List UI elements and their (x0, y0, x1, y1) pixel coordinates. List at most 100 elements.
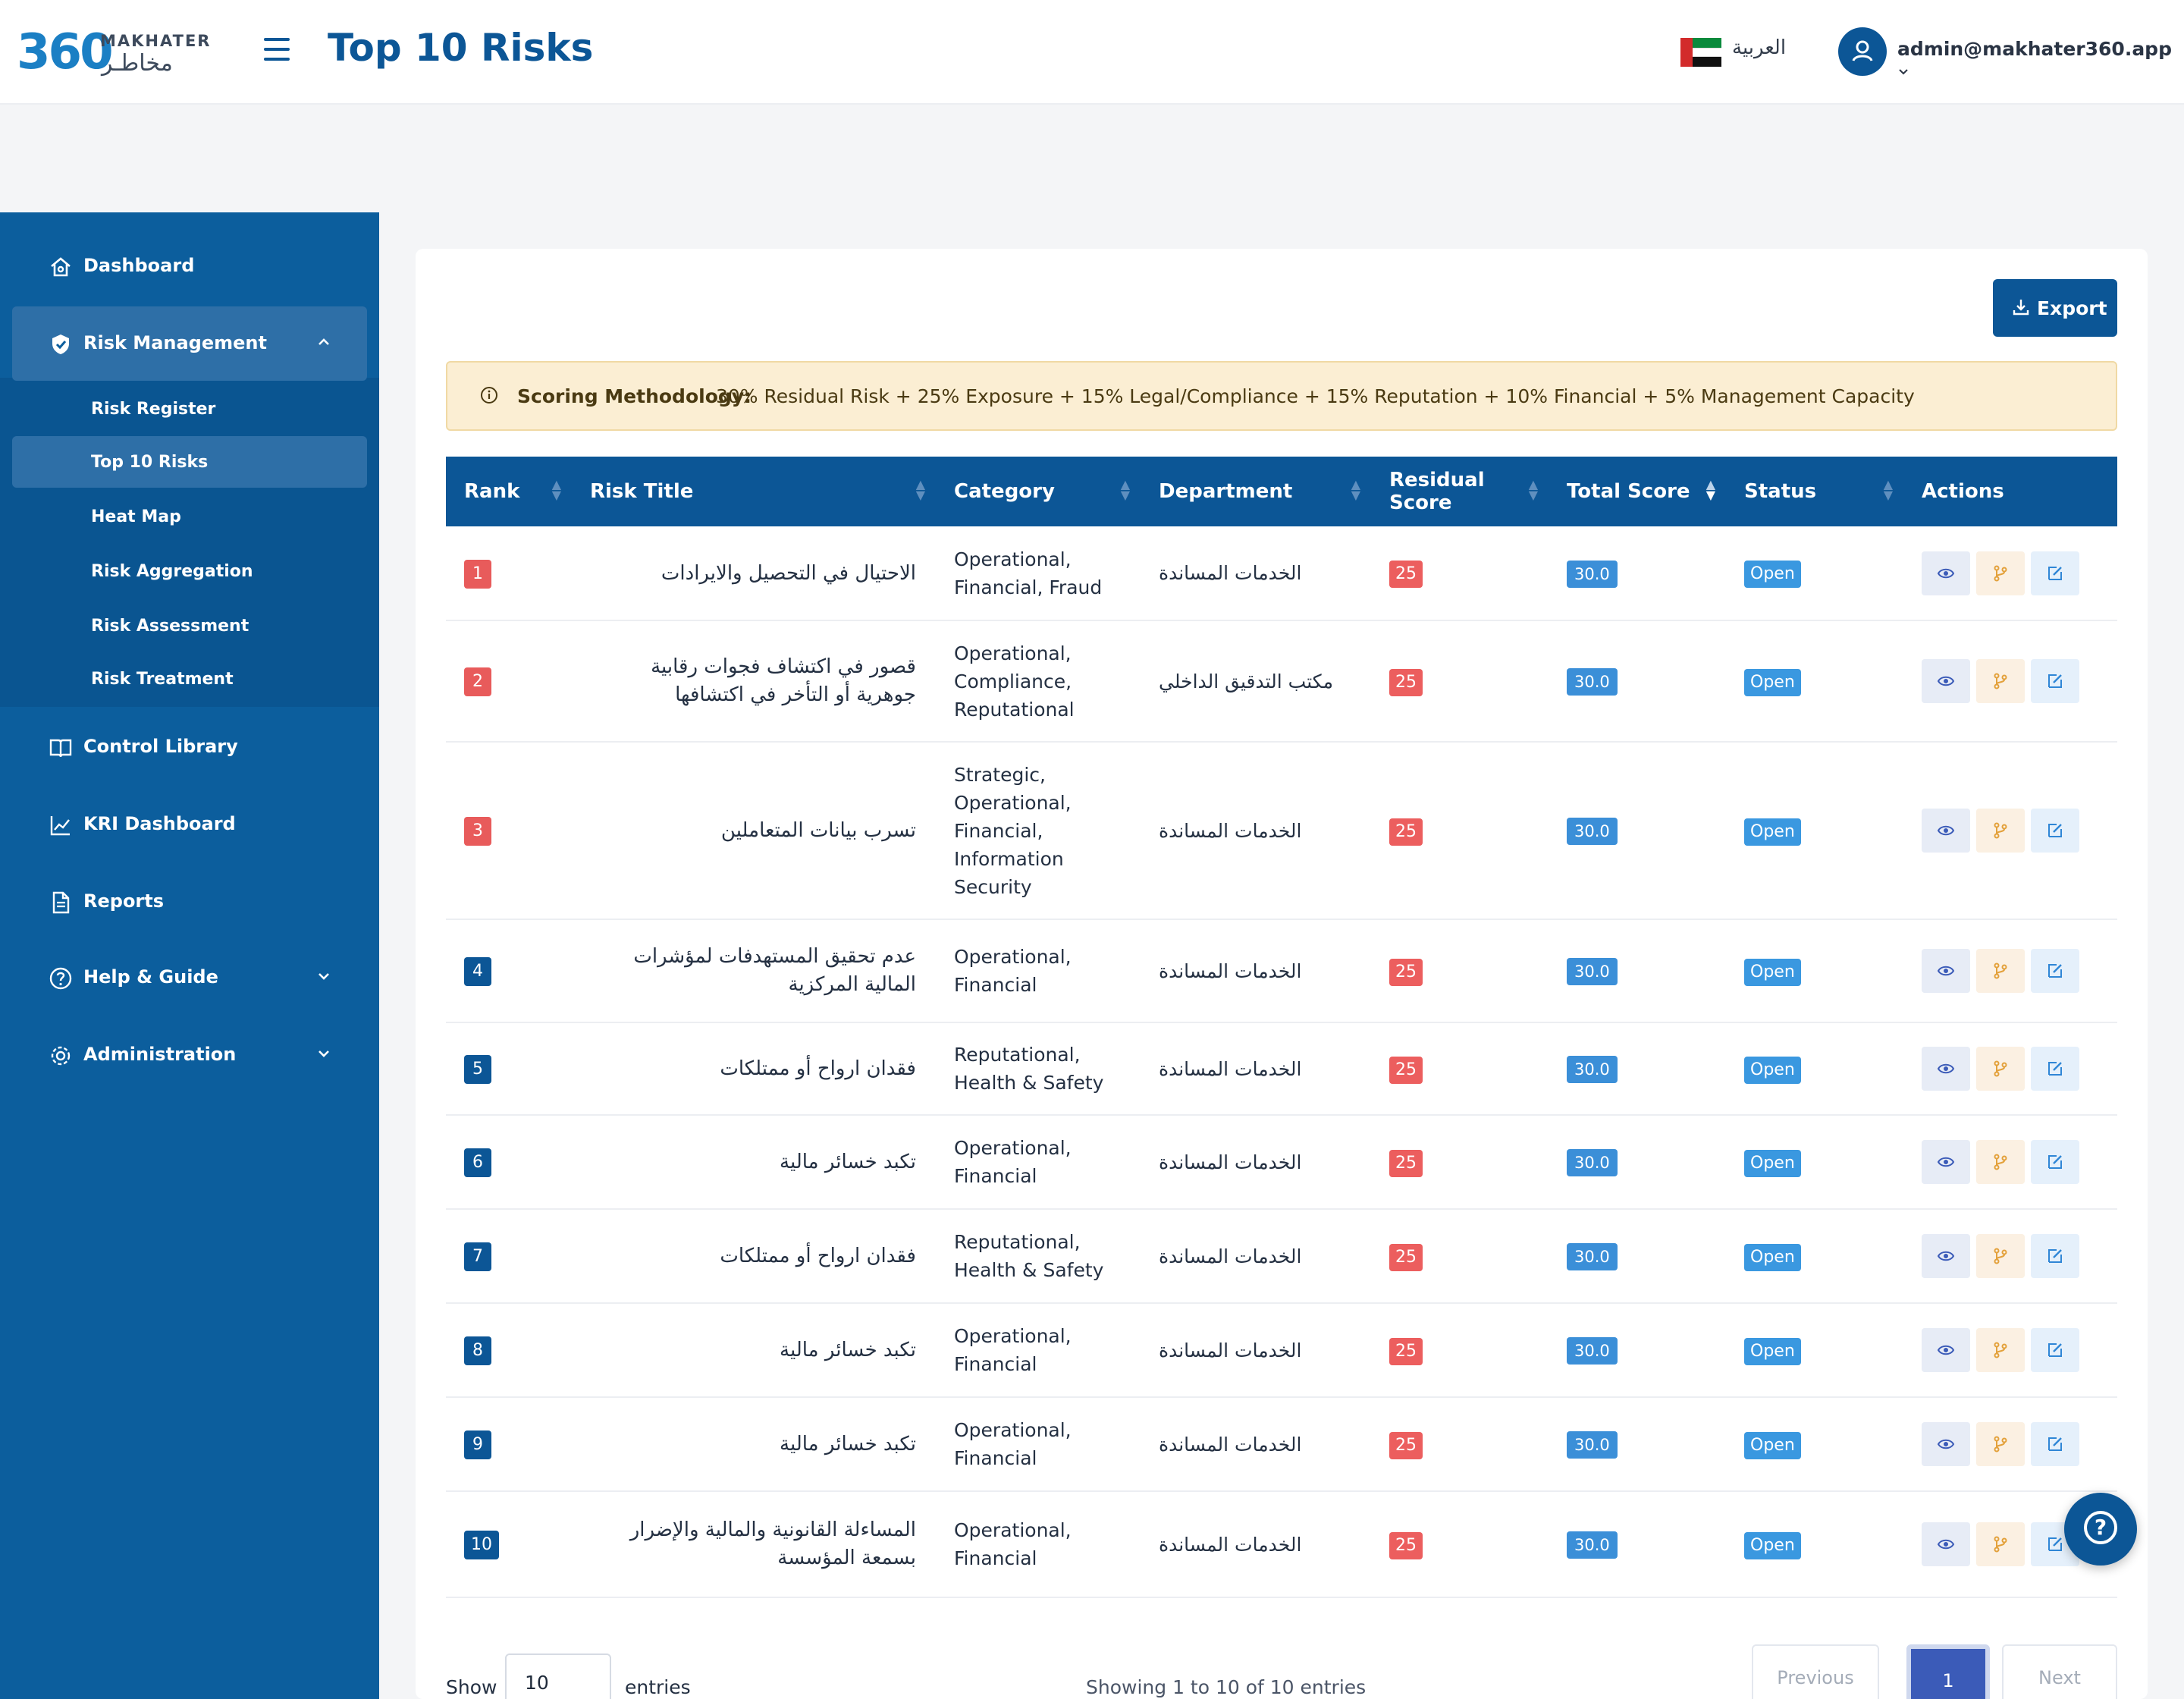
column-header-department[interactable]: Department ▲ ▼ (1141, 457, 1371, 526)
workflow-button[interactable] (1976, 1522, 2025, 1566)
view-button[interactable] (1922, 1047, 1970, 1091)
sidebar-subitem-top-10-risks[interactable]: Top 10 Risks (12, 436, 367, 488)
page-size-select[interactable]: 10 (505, 1653, 611, 1699)
edit-button[interactable] (2031, 1047, 2079, 1091)
view-button[interactable] (1922, 1140, 1970, 1184)
risk-title-cell: فقدان ارواح أو ممتلكات (572, 1022, 936, 1116)
category-text: Strategic, Operational, Financial, Infor… (954, 763, 1072, 898)
sidebar-item-administration[interactable]: Administration (12, 1018, 367, 1092)
uae-flag-icon[interactable] (1680, 38, 1721, 67)
table-row[interactable]: 1 الاحتيال في التحصيل والايرادات Operation… (446, 526, 2117, 621)
table-row[interactable]: 7 فقدان ارواح أو ممتلكات Reputational, Hea… (446, 1209, 2117, 1304)
view-button[interactable] (1922, 1522, 1970, 1566)
category-cell: Reputational, Health & Safety (936, 1209, 1141, 1304)
sidebar-item-control-library[interactable]: Control Library (12, 710, 367, 784)
workflow-button[interactable] (1976, 809, 2025, 853)
residual-score-cell: 25 (1371, 1397, 1549, 1492)
edit-button[interactable] (2031, 949, 2079, 993)
edit-button[interactable] (2031, 809, 2079, 853)
table-row[interactable]: 5 فقدان ارواح أو ممتلكات Reputational, Hea… (446, 1022, 2117, 1116)
sidebar-subitem-risk-treatment[interactable]: Risk Treatment (12, 653, 367, 705)
sidebar-item-label: Control Library (83, 736, 238, 757)
sidebar-item-reports[interactable]: Reports (12, 865, 367, 939)
column-header-residual-score[interactable]: Residual Score ▲ ▼ (1371, 457, 1549, 526)
actions-cell (1903, 919, 2117, 1023)
table-row[interactable]: 6 تكبد خسائر مالية Operational, Financial ا… (446, 1115, 2117, 1210)
view-button[interactable] (1922, 1234, 1970, 1278)
column-header-total-score[interactable]: Total Score ▲ ▼ (1549, 457, 1726, 526)
table-row[interactable]: 10 المساءلة القانونية والمالية والإضرار ب… (446, 1491, 2117, 1598)
column-header-category[interactable]: Category ▲ ▼ (936, 457, 1141, 526)
user-avatar-icon[interactable] (1838, 27, 1887, 76)
sidebar-subitem-heat-map[interactable]: Heat Map (12, 491, 367, 542)
workflow-button[interactable] (1976, 551, 2025, 595)
rank-badge: 1 (464, 559, 491, 589)
table-row[interactable]: 3 تسرب بيانات المتعاملين Strategic, Operat… (446, 742, 2117, 920)
top-risks-table: Rank ▲ ▼ Risk Title ▲ ▼ Category ▲ ▼ Departmen… (446, 457, 2117, 1598)
workflow-button[interactable] (1976, 949, 2025, 993)
sidebar-item-dashboard[interactable]: Dashboard (12, 229, 367, 303)
rank-cell: 7 (446, 1209, 572, 1304)
edit-button[interactable] (2031, 659, 2079, 703)
workflow-button[interactable] (1976, 1328, 2025, 1372)
residual-score-badge: 25 (1389, 818, 1423, 846)
help-fab-button[interactable]: ? (2064, 1493, 2137, 1566)
app-logo[interactable]: 360 MAKHATER مخاطـر (17, 24, 209, 80)
risk-title: تكبد خسائر مالية (780, 1339, 916, 1361)
total-score-badge: 30.0 (1567, 1337, 1618, 1365)
top-risks-card: Export Scoring Methodology: 30% Residual… (416, 249, 2148, 1699)
sort-icon: ▲ ▼ (551, 477, 561, 502)
sidebar-item-risk-management[interactable]: Risk Management (12, 306, 367, 381)
risk-title-cell: تكبد خسائر مالية (572, 1397, 936, 1492)
total-score-cell: 30.0 (1549, 1397, 1726, 1492)
workflow-button[interactable] (1976, 1422, 2025, 1466)
table-row[interactable]: 8 تكبد خسائر مالية Operational, Financial ا… (446, 1303, 2117, 1398)
logo-number: 360 (17, 24, 114, 80)
sort-icon: ▲ ▼ (915, 477, 925, 502)
edit-button[interactable] (2031, 1422, 2079, 1466)
table-row[interactable]: 9 تكبد خسائر مالية Operational, Financial ا… (446, 1397, 2117, 1492)
previous-page-button[interactable]: Previous (1752, 1644, 1879, 1699)
table-row[interactable]: 4 عدم تحقيق المستهدفات لمؤشرات المالية ال… (446, 919, 2117, 1023)
sidebar-item-label: Dashboard (83, 255, 195, 276)
status-badge: Open (1744, 818, 1801, 846)
view-button[interactable] (1922, 809, 1970, 853)
menu-toggle-icon[interactable] (264, 38, 290, 61)
export-button[interactable]: Export (1993, 279, 2117, 337)
table-row[interactable]: 2 قصور في اكتشاف فجوات رقابية جوهرية أو ا… (446, 620, 2117, 743)
next-page-button[interactable]: Next (2002, 1644, 2117, 1699)
workflow-button[interactable] (1976, 1140, 2025, 1184)
workflow-button[interactable] (1976, 1234, 2025, 1278)
page-size-value: 10 (525, 1672, 549, 1694)
view-button[interactable] (1922, 551, 1970, 595)
edit-button[interactable] (2031, 551, 2079, 595)
total-score-badge: 30.0 (1567, 818, 1618, 845)
risk-title: عدم تحقيق المستهدفات لمؤشرات المالية الم… (633, 945, 916, 996)
view-button[interactable] (1922, 949, 1970, 993)
language-switch[interactable]: العربية (1732, 36, 1786, 59)
view-button[interactable] (1922, 1328, 1970, 1372)
sidebar-item-kri-dashboard[interactable]: KRI Dashboard (12, 787, 367, 862)
sidebar-item-help-guide[interactable]: Help & Guide (12, 941, 367, 1015)
workflow-button[interactable] (1976, 1047, 2025, 1091)
column-header-risk-title[interactable]: Risk Title ▲ ▼ (572, 457, 936, 526)
view-button[interactable] (1922, 659, 1970, 703)
view-button[interactable] (1922, 1422, 1970, 1466)
user-menu[interactable]: admin@makhater360.app (1897, 38, 2184, 82)
residual-score-cell: 25 (1371, 1115, 1549, 1210)
column-header-rank[interactable]: Rank ▲ ▼ (446, 457, 572, 526)
download-icon (2013, 300, 2029, 316)
edit-button[interactable] (2031, 1328, 2079, 1372)
residual-score-cell: 25 (1371, 1022, 1549, 1116)
sidebar-subitem-risk-register[interactable]: Risk Register (12, 383, 367, 435)
column-header-status[interactable]: Status ▲ ▼ (1726, 457, 1903, 526)
page-1-button[interactable]: 1 (1906, 1644, 1990, 1699)
sidebar-subitem-risk-assessment[interactable]: Risk Assessment (12, 600, 367, 652)
workflow-button[interactable] (1976, 659, 2025, 703)
export-label: Export (2037, 297, 2107, 319)
risk-title-cell: فقدان ارواح أو ممتلكات (572, 1209, 936, 1304)
sidebar-subitem-risk-aggregation[interactable]: Risk Aggregation (12, 545, 367, 597)
edit-button[interactable] (2031, 1234, 2079, 1278)
edit-button[interactable] (2031, 1140, 2079, 1184)
department-text: الخدمات المساندة (1159, 1057, 1302, 1080)
